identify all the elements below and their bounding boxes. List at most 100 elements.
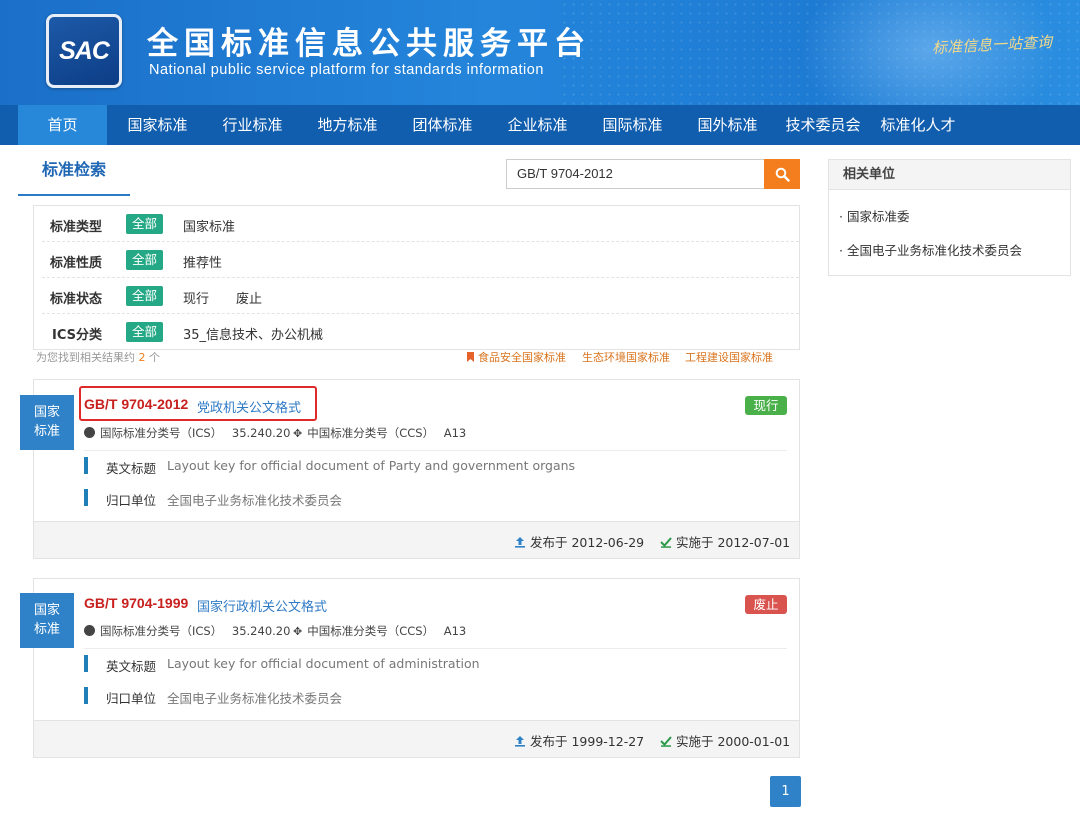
filter-all-button[interactable]: 全部 xyxy=(126,322,163,342)
nav-item-local[interactable]: 地方标准 xyxy=(303,105,392,145)
filter-all-button[interactable]: 全部 xyxy=(126,250,163,270)
quick-link-food[interactable]: 食品安全国家标准 xyxy=(467,349,566,365)
status-badge: 现行 xyxy=(745,396,787,415)
ics-classification: 国际标准分类号（ICS） 35.240.20 xyxy=(84,425,290,441)
ccs-value: A13 xyxy=(443,426,467,440)
pagination-page-button[interactable]: 1 xyxy=(770,776,801,807)
implement-date: 实施于 2012-07-01 xyxy=(660,532,790,551)
nav-item-talent[interactable]: 标准化人才 xyxy=(872,105,964,145)
compass-icon: ✥ xyxy=(293,625,303,638)
ccs-label: 中国标准分类号（CCS） xyxy=(307,426,435,440)
ccs-label: 中国标准分类号（CCS） xyxy=(307,624,435,638)
implement-date-text: 实施于 2000-01-01 xyxy=(676,734,791,749)
badge-line: 标准 xyxy=(33,424,60,439)
result-count-suffix: 个 xyxy=(149,351,160,364)
standard-title-link[interactable]: 国家行政机关公文格式 xyxy=(197,596,327,615)
filter-row-nature: 标准性质 全部 推荐性 xyxy=(42,242,799,278)
related-units-title: 相关单位 xyxy=(829,160,1070,190)
publish-date: 发布于 1999-12-27 xyxy=(514,731,644,750)
bookmark-icon xyxy=(467,352,474,362)
implement-date: 实施于 2000-01-01 xyxy=(660,731,790,750)
filter-all-button[interactable]: 全部 xyxy=(126,286,163,306)
site-subtitle: National public service platform for sta… xyxy=(149,62,544,78)
publish-date-text: 发布于 1999-12-27 xyxy=(530,734,645,749)
related-unit-link[interactable]: · 国家标准委 xyxy=(839,206,909,225)
standard-code[interactable]: GB/T 9704-2012 xyxy=(84,396,188,412)
main-nav: 首页 国家标准 行业标准 地方标准 团体标准 企业标准 国际标准 国外标准 技术… xyxy=(0,105,1080,145)
ics-value: 35.240.20 xyxy=(231,624,291,638)
search-input[interactable]: GB/T 9704-2012 xyxy=(506,159,765,189)
filter-row-status: 标准状态 全部 现行 废止 xyxy=(42,278,799,314)
nav-item-home[interactable]: 首页 xyxy=(18,105,107,145)
quick-link-engineering[interactable]: 工程建设国家标准 xyxy=(685,349,773,365)
info-marker xyxy=(84,655,88,672)
ccs-classification: ✥ 中国标准分类号（CCS） A13 xyxy=(293,425,466,441)
upload-icon xyxy=(515,736,525,747)
responsible-unit: 全国电子业务标准化技术委员会 xyxy=(167,691,343,706)
check-icon xyxy=(660,537,672,548)
quick-link-label: 食品安全国家标准 xyxy=(478,351,566,364)
standard-type-badge: 国家 标准 xyxy=(20,593,74,648)
ics-label: 国际标准分类号（ICS） xyxy=(100,426,223,440)
quick-link-ecology[interactable]: 生态环境国家标准 xyxy=(582,349,670,365)
info-marker xyxy=(84,687,88,704)
filter-option[interactable]: 推荐性 xyxy=(183,252,222,271)
filter-label: 标准状态 xyxy=(50,292,103,307)
filter-option[interactable]: 现行 xyxy=(183,288,209,307)
related-units-panel: 相关单位 · 国家标准委 · 全国电子业务标准化技术委员会 xyxy=(828,159,1071,276)
filter-label: ICS分类 xyxy=(52,328,102,343)
status-badge: 废止 xyxy=(745,595,787,614)
filter-option[interactable]: 35_信息技术、办公机械 xyxy=(183,324,323,343)
nav-item-national[interactable]: 国家标准 xyxy=(113,105,202,145)
nav-item-foreign[interactable]: 国外标准 xyxy=(683,105,772,145)
upload-icon xyxy=(515,537,525,548)
responsible-unit-label: 归口单位 xyxy=(106,691,157,706)
badge-line: 标准 xyxy=(33,622,60,637)
ics-classification: 国际标准分类号（ICS） 35.240.20 xyxy=(84,623,290,639)
nav-item-enterprise[interactable]: 企业标准 xyxy=(493,105,582,145)
filter-option[interactable]: 国家标准 xyxy=(183,216,235,235)
ccs-classification: ✥ 中国标准分类号（CCS） A13 xyxy=(293,623,466,639)
nav-item-international[interactable]: 国际标准 xyxy=(588,105,677,145)
info-marker xyxy=(84,489,88,506)
english-title: Layout key for official document of Part… xyxy=(167,458,576,473)
check-icon xyxy=(660,736,672,747)
english-title-label: 英文标题 xyxy=(106,659,157,674)
result-count: 为您找到相关结果约 2 个 xyxy=(36,349,160,365)
search-button[interactable] xyxy=(764,159,800,189)
compass-icon: ✥ xyxy=(293,427,303,440)
result-count-prefix: 为您找到相关结果约 xyxy=(36,351,135,364)
related-unit-label: 全国电子业务标准化技术委员会 xyxy=(846,243,1022,258)
filter-all-button[interactable]: 全部 xyxy=(126,214,163,234)
nav-item-committee[interactable]: 技术委员会 xyxy=(778,105,868,145)
tab-standard-search[interactable]: 标准检索 xyxy=(18,156,130,196)
globe-icon xyxy=(84,427,95,438)
related-unit-link[interactable]: · 全国电子业务标准化技术委员会 xyxy=(839,240,1022,259)
globe-icon xyxy=(84,625,95,636)
site-header: SAC 全国标准信息公共服务平台 National public service… xyxy=(0,0,1080,105)
publish-date: 发布于 2012-06-29 xyxy=(514,532,644,551)
nav-item-group[interactable]: 团体标准 xyxy=(398,105,487,145)
logo-text: SAC xyxy=(59,36,110,65)
site-title: 全国标准信息公共服务平台 xyxy=(147,26,591,62)
ics-label: 国际标准分类号（ICS） xyxy=(100,624,223,638)
filter-option[interactable]: 废止 xyxy=(236,288,262,307)
filter-panel: 标准类型 全部 国家标准 标准性质 全部 推荐性 标准状态 全部 现行 废止 I… xyxy=(33,205,800,350)
implement-date-text: 实施于 2012-07-01 xyxy=(676,535,791,550)
filter-row-type: 标准类型 全部 国家标准 xyxy=(42,206,799,242)
filter-label: 标准类型 xyxy=(50,220,103,235)
standard-code[interactable]: GB/T 9704-1999 xyxy=(84,595,188,611)
filter-label: 标准性质 xyxy=(50,256,103,271)
responsible-unit-label: 归口单位 xyxy=(106,493,157,508)
ccs-value: A13 xyxy=(443,624,467,638)
standard-title-link[interactable]: 党政机关公文格式 xyxy=(197,397,301,416)
filter-row-ics: ICS分类 全部 35_信息技术、办公机械 xyxy=(42,314,799,350)
sac-logo[interactable]: SAC xyxy=(46,14,122,88)
nav-item-industry[interactable]: 行业标准 xyxy=(208,105,297,145)
badge-line: 国家 xyxy=(33,405,60,420)
result-count-number: 2 xyxy=(138,351,146,364)
divider xyxy=(84,450,787,451)
english-title-label: 英文标题 xyxy=(106,461,157,476)
english-title: Layout key for official document of admi… xyxy=(167,656,480,671)
standard-type-badge: 国家 标准 xyxy=(20,395,74,450)
